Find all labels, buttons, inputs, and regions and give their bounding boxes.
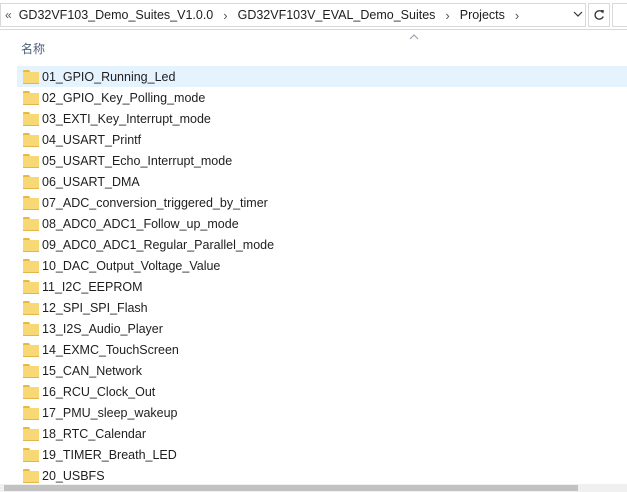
folder-item[interactable]: 08_ADC0_ADC1_Follow_up_mode bbox=[17, 213, 627, 234]
folder-icon bbox=[23, 321, 39, 336]
refresh-icon bbox=[594, 10, 604, 20]
breadcrumb-item-demo-suites[interactable]: GD32VF103_Demo_Suites_V1.0.0 bbox=[19, 8, 214, 22]
folder-icon bbox=[23, 69, 39, 84]
folder-item[interactable]: 15_CAN_Network bbox=[17, 360, 627, 381]
folder-icon bbox=[23, 90, 39, 105]
folder-name: 09_ADC0_ADC1_Regular_Parallel_mode bbox=[42, 237, 275, 252]
folder-name: 10_DAC_Output_Voltage_Value bbox=[42, 258, 221, 273]
address-dropdown-button[interactable] bbox=[572, 7, 584, 21]
folder-name: 06_USART_DMA bbox=[42, 174, 140, 189]
breadcrumb-item-eval-demo-suites[interactable]: GD32VF103V_EVAL_Demo_Suites bbox=[238, 8, 436, 22]
folder-name: 16_RCU_Clock_Out bbox=[42, 384, 156, 399]
folder-item[interactable]: 04_USART_Printf bbox=[17, 129, 627, 150]
horizontal-scrollbar[interactable] bbox=[0, 484, 627, 492]
folder-icon bbox=[23, 447, 39, 462]
scrollbar-thumb[interactable] bbox=[4, 485, 578, 491]
folder-item[interactable]: 17_PMU_sleep_wakeup bbox=[17, 402, 627, 423]
folder-icon bbox=[23, 279, 39, 294]
folder-item[interactable]: 07_ADC_conversion_triggered_by_timer bbox=[17, 192, 627, 213]
folder-name: 12_SPI_SPI_Flash bbox=[42, 300, 148, 315]
folder-icon bbox=[23, 111, 39, 126]
folder-item[interactable]: 09_ADC0_ADC1_Regular_Parallel_mode bbox=[17, 234, 627, 255]
breadcrumb-separator-icon[interactable]: › bbox=[445, 8, 449, 23]
refresh-button[interactable] bbox=[588, 3, 610, 27]
folder-item[interactable]: 03_EXTI_Key_Interrupt_mode bbox=[17, 108, 627, 129]
folder-name: 20_USBFS bbox=[42, 468, 105, 483]
folder-item[interactable]: 16_RCU_Clock_Out bbox=[17, 381, 627, 402]
folder-icon bbox=[23, 132, 39, 147]
folder-icon bbox=[23, 342, 39, 357]
folder-item[interactable]: 14_EXMC_TouchScreen bbox=[17, 339, 627, 360]
folder-name: 18_RTC_Calendar bbox=[42, 426, 146, 441]
folder-name: 11_I2C_EEPROM bbox=[42, 279, 143, 294]
folder-name: 02_GPIO_Key_Polling_mode bbox=[42, 90, 206, 105]
file-list: 01_GPIO_Running_Led 02_GPIO_Key_Polling_m… bbox=[0, 66, 627, 486]
folder-item[interactable]: 06_USART_DMA bbox=[17, 171, 627, 192]
folder-name: 19_TIMER_Breath_LED bbox=[42, 447, 177, 462]
folder-item[interactable]: 18_RTC_Calendar bbox=[17, 423, 627, 444]
folder-name: 08_ADC0_ADC1_Follow_up_mode bbox=[42, 216, 239, 231]
folder-icon bbox=[23, 195, 39, 210]
column-header: 名称 bbox=[0, 30, 627, 60]
address-bar: « GD32VF103_Demo_Suites_V1.0.0 › GD32VF1… bbox=[0, 0, 627, 30]
folder-item[interactable]: 11_I2C_EEPROM bbox=[17, 276, 627, 297]
folder-name: 05_USART_Echo_Interrupt_mode bbox=[42, 153, 233, 168]
folder-name: 01_GPIO_Running_Led bbox=[42, 69, 176, 84]
folder-icon bbox=[23, 300, 39, 315]
breadcrumb[interactable]: « GD32VF103_Demo_Suites_V1.0.0 › GD32VF1… bbox=[0, 3, 586, 27]
folder-name: 13_I2S_Audio_Player bbox=[42, 321, 163, 336]
folder-icon bbox=[23, 468, 39, 483]
folder-item[interactable]: 12_SPI_SPI_Flash bbox=[17, 297, 627, 318]
folder-icon bbox=[23, 174, 39, 189]
sort-ascending-icon bbox=[409, 34, 419, 40]
folder-icon bbox=[23, 258, 39, 273]
folder-icon bbox=[23, 384, 39, 399]
folder-icon bbox=[23, 153, 39, 168]
folder-name: 14_EXMC_TouchScreen bbox=[42, 342, 179, 357]
folder-name: 15_CAN_Network bbox=[42, 363, 143, 378]
breadcrumb-separator-icon[interactable]: › bbox=[223, 8, 227, 23]
chevron-down-icon bbox=[573, 11, 583, 17]
folder-name: 17_PMU_sleep_wakeup bbox=[42, 405, 178, 420]
breadcrumb-item-projects[interactable]: Projects bbox=[460, 8, 505, 22]
folder-icon bbox=[23, 426, 39, 441]
folder-icon bbox=[23, 216, 39, 231]
folder-icon bbox=[23, 237, 39, 252]
folder-item[interactable]: 19_TIMER_Breath_LED bbox=[17, 444, 627, 465]
folder-item[interactable]: 10_DAC_Output_Voltage_Value bbox=[17, 255, 627, 276]
folder-item[interactable]: 05_USART_Echo_Interrupt_mode bbox=[17, 150, 627, 171]
folder-name: 03_EXTI_Key_Interrupt_mode bbox=[42, 111, 211, 126]
folder-item[interactable]: 20_USBFS bbox=[17, 465, 627, 486]
folder-item[interactable]: 13_I2S_Audio_Player bbox=[17, 318, 627, 339]
folder-item[interactable]: 01_GPIO_Running_Led bbox=[17, 66, 627, 87]
overflow-chevron-icon[interactable]: « bbox=[5, 8, 12, 22]
search-box-edge[interactable] bbox=[612, 3, 627, 27]
folder-icon bbox=[23, 405, 39, 420]
folder-icon bbox=[23, 363, 39, 378]
breadcrumb-separator-icon[interactable]: › bbox=[515, 8, 519, 23]
column-header-name[interactable]: 名称 bbox=[21, 40, 45, 57]
folder-item[interactable]: 02_GPIO_Key_Polling_mode bbox=[17, 87, 627, 108]
folder-name: 04_USART_Printf bbox=[42, 132, 142, 147]
folder-name: 07_ADC_conversion_triggered_by_timer bbox=[42, 195, 268, 210]
